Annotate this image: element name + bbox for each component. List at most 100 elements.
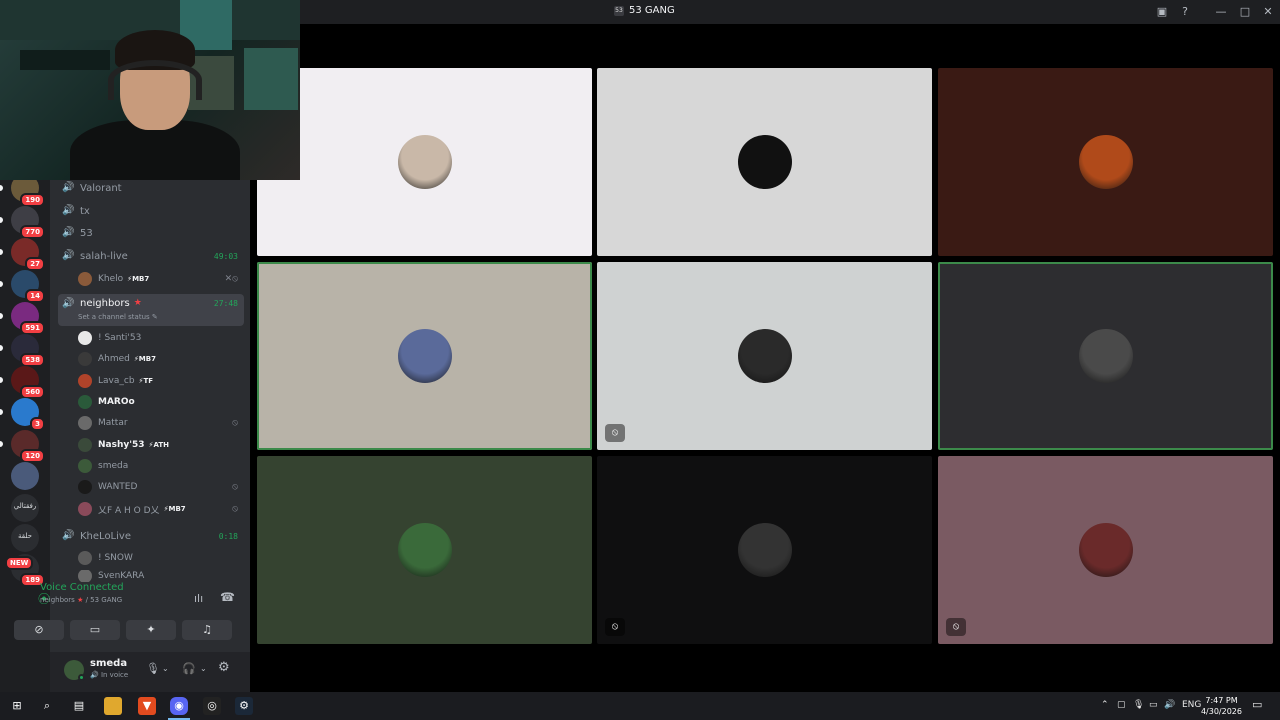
headphones-icon[interactable]: 🎧 <box>182 662 196 675</box>
server-icon[interactable] <box>11 462 39 490</box>
video-tile[interactable]: ⦸ <box>597 456 932 644</box>
server-icon[interactable]: 538 <box>11 334 45 367</box>
server-icon[interactable]: 27 <box>11 238 45 271</box>
unread-pill <box>0 313 3 319</box>
user-name: Mattar <box>98 418 128 428</box>
task-view-icon[interactable]: ▤ <box>70 697 88 715</box>
video-tile[interactable]: ⦸ <box>938 456 1273 644</box>
clock-date: 4/30/2026 <box>1200 707 1242 716</box>
voice-user[interactable]: smeda <box>78 456 244 476</box>
mention-badge: 3 <box>30 417 45 431</box>
video-tile[interactable] <box>938 262 1273 450</box>
unread-pill <box>0 409 3 415</box>
mention-badge: 120 <box>20 449 45 463</box>
channel-tx[interactable]: 🔊 tx <box>58 200 244 222</box>
file-explorer-icon[interactable] <box>104 697 122 715</box>
video-tile[interactable] <box>257 456 592 644</box>
microphone-icon[interactable]: 🎙 <box>1133 700 1144 710</box>
chevron-down-icon[interactable]: ⌄ <box>200 664 207 673</box>
speaker-icon: 🔊 <box>62 205 75 216</box>
gear-icon[interactable]: ⚙ <box>218 660 230 675</box>
voice-user[interactable]: MAROo <box>78 392 244 412</box>
brave-browser-icon[interactable]: ▼ <box>138 697 156 715</box>
channel-valorant[interactable]: 🔊 Valorant <box>58 177 244 199</box>
server-icon[interactable]: 560 <box>11 366 45 399</box>
server-icon[interactable]: 14 <box>11 270 45 303</box>
video-tile[interactable] <box>938 68 1273 256</box>
channel-timer: 27:48 <box>213 299 238 308</box>
online-status-icon <box>78 674 85 681</box>
server-icon[interactable]: 120 <box>11 430 45 463</box>
voice-user[interactable]: Ahmed ⚡MB7 <box>78 349 244 369</box>
channel-salah-live[interactable]: 🔊 salah-live 49:03 <box>58 245 244 267</box>
windows-start-icon[interactable]: ⊞ <box>8 697 26 715</box>
new-badge: NEW <box>5 556 34 570</box>
server-icon[interactable]: 189 NEW <box>5 554 45 587</box>
channel-neighbors[interactable]: 🔊 neighbors ★ 27:48 Set a channel status… <box>58 294 244 326</box>
tray-app-icon[interactable]: ▢ <box>1117 700 1126 710</box>
server-label: رفقتالي <box>13 502 37 510</box>
channel-label: tx <box>80 205 90 217</box>
video-tile[interactable] <box>597 68 932 256</box>
help-icon[interactable]: ? <box>1178 5 1192 19</box>
voice-user[interactable]: Nashy'53 ⚡ATH <box>78 435 244 455</box>
screen-share-button[interactable]: ▭ <box>70 620 120 640</box>
speaker-icon: 🔊 <box>62 227 75 238</box>
voice-user[interactable]: Khelo ⚡MB7 ✕⦸ <box>78 269 244 289</box>
chevron-down-icon[interactable]: ⌄ <box>162 664 169 673</box>
voice-user[interactable]: ! SNOW <box>78 548 244 568</box>
server-icon[interactable]: 591 <box>11 302 45 335</box>
server-icon[interactable]: 3 <box>11 398 45 431</box>
user-name: ! SNOW <box>98 553 133 563</box>
channel-label: Valorant <box>80 182 122 194</box>
voice-user[interactable]: 乂F A H O D乂 ⚡MB7 ⦸ <box>78 499 244 519</box>
server-icon[interactable]: حلقة <box>11 524 39 552</box>
steam-icon[interactable]: ⚙ <box>235 697 253 715</box>
minimize-icon[interactable]: — <box>1214 5 1228 19</box>
voice-user[interactable]: ! Santi'53 <box>78 328 244 348</box>
avatar <box>78 272 92 286</box>
mention-badge: 538 <box>20 353 45 367</box>
avatar <box>398 523 452 577</box>
volume-icon[interactable]: 🔊 <box>1164 700 1175 710</box>
channel-khelolive[interactable]: 🔊 KheLoLive 0:18 <box>58 525 244 547</box>
discord-icon[interactable]: ◉ <box>170 697 188 715</box>
user-status: 🔊 In voice <box>90 671 129 679</box>
muted-icon: ⦸ <box>232 418 238 428</box>
avatar <box>78 352 92 366</box>
voice-user[interactable]: SvenKARA <box>78 570 244 582</box>
mention-badge: 190 <box>20 193 45 207</box>
video-tile[interactable] <box>257 68 592 256</box>
chevron-up-icon[interactable]: ⌃ <box>1101 700 1109 710</box>
disconnect-icon[interactable]: ☎ <box>220 590 235 604</box>
network-icon[interactable]: ▭ <box>1149 700 1158 710</box>
voice-user[interactable]: Mattar ⦸ <box>78 413 244 433</box>
search-icon[interactable]: ⌕ <box>38 697 56 715</box>
soundboard-button[interactable]: ♫ <box>182 620 232 640</box>
mention-badge: 27 <box>25 257 45 271</box>
channel-label: neighbors <box>80 298 130 309</box>
server-icon[interactable]: 770 <box>11 206 45 239</box>
shelf <box>20 50 110 70</box>
camera-toggle-button[interactable]: ⊘ <box>14 620 64 640</box>
channel-status[interactable]: Set a channel status ✎ <box>78 313 158 321</box>
activities-button[interactable]: ✦ <box>126 620 176 640</box>
clock[interactable]: 7:47 PM 4/30/2026 <box>1201 695 1242 717</box>
user-name: SvenKARA <box>98 571 145 581</box>
voice-user[interactable]: WANTED ⦸ <box>78 477 244 497</box>
channel-label: 53 <box>80 227 93 239</box>
voice-user[interactable]: Lava_cb ⚡TF <box>78 371 244 391</box>
language-indicator[interactable]: ENG <box>1182 700 1201 710</box>
video-tile[interactable] <box>257 262 592 450</box>
channel-53[interactable]: 🔊 53 <box>58 222 244 244</box>
close-icon[interactable]: ✕ <box>1261 5 1275 19</box>
server-icon[interactable]: رفقتالي <box>11 494 39 522</box>
microphone-icon[interactable]: 🎙 <box>146 662 160 675</box>
video-tile[interactable]: ⦸ <box>597 262 932 450</box>
obs-icon[interactable]: ◎ <box>203 697 221 715</box>
inbox-icon[interactable]: ▣ <box>1155 5 1169 19</box>
unread-pill <box>0 217 3 223</box>
notifications-icon[interactable]: ▭ <box>1252 698 1262 711</box>
noise-suppression-icon[interactable]: ılı <box>194 592 203 605</box>
maximize-icon[interactable]: □ <box>1238 5 1252 19</box>
